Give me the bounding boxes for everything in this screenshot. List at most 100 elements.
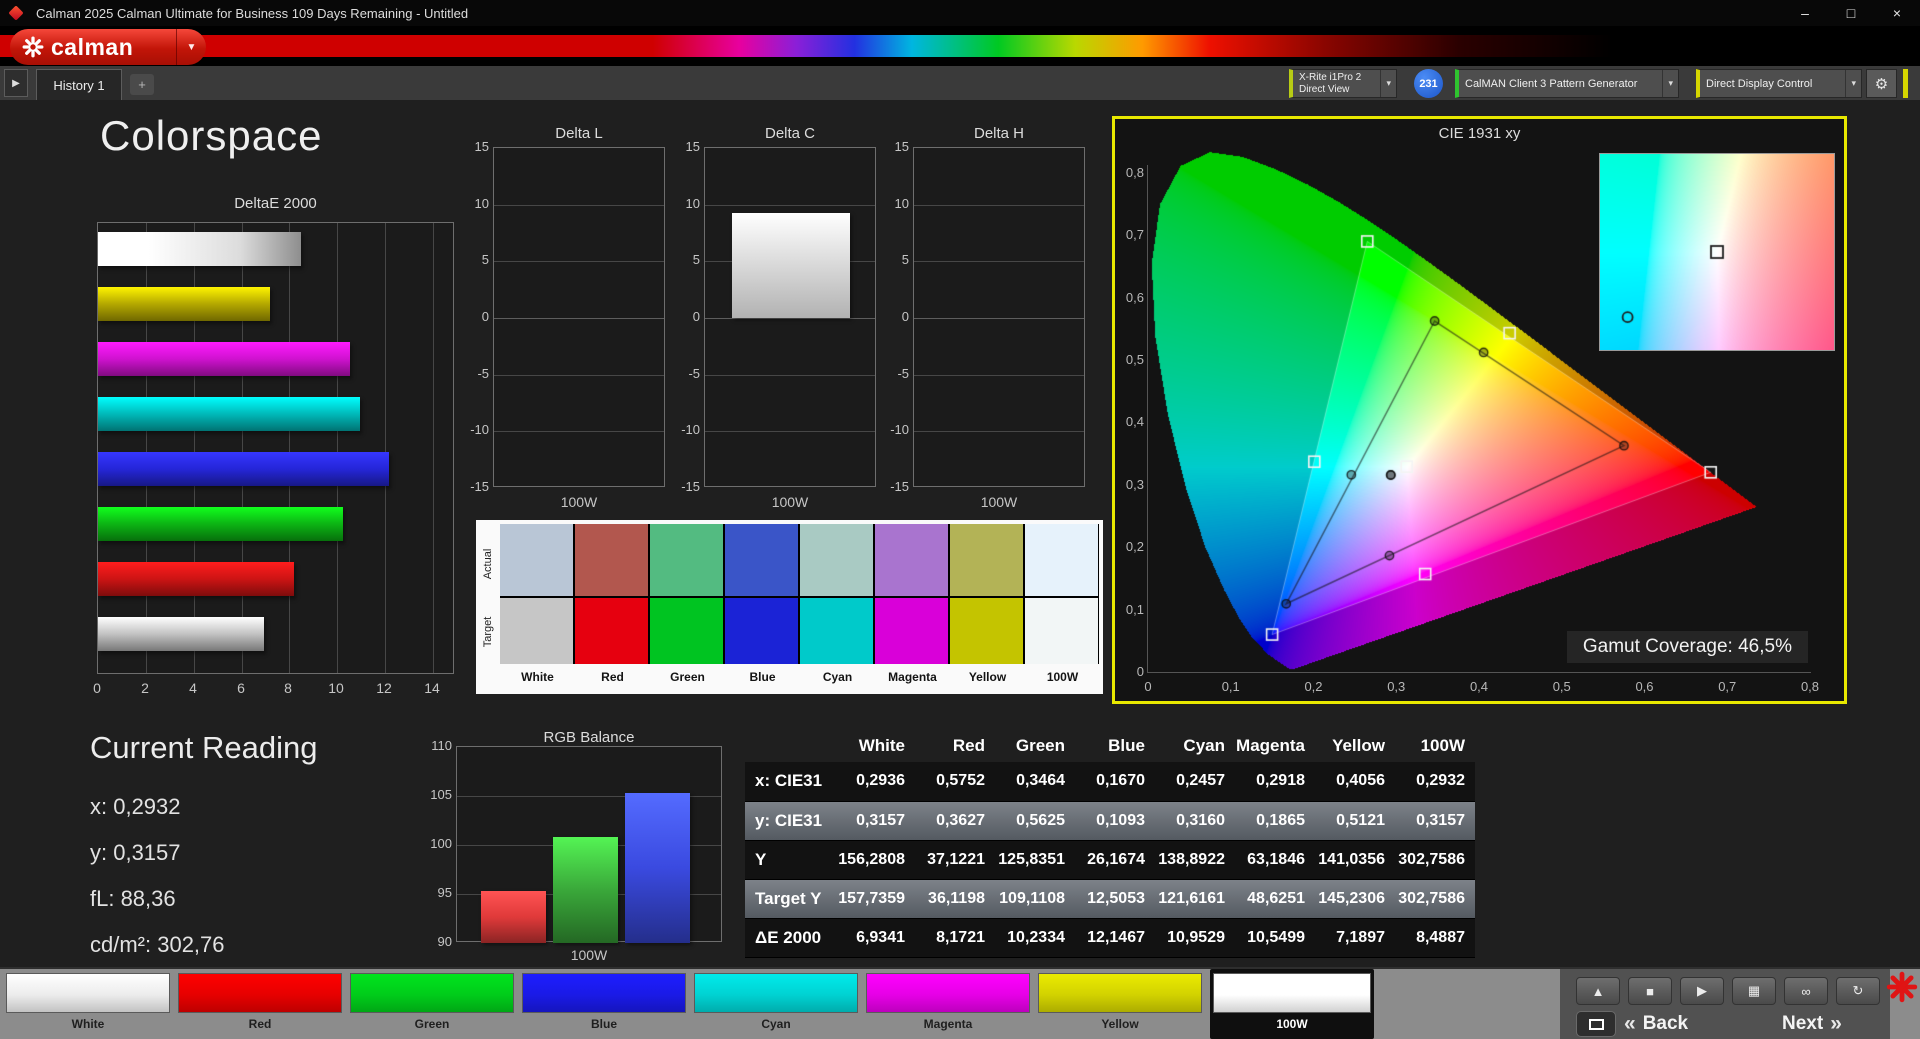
reading-fl: fL: 88,36 bbox=[90, 886, 176, 911]
y-tick-label: 15 bbox=[685, 139, 700, 154]
y-tick-label: -15 bbox=[681, 479, 700, 494]
play-button[interactable]: ▶ bbox=[1680, 977, 1724, 1005]
continuous-button[interactable]: ∞ bbox=[1784, 977, 1828, 1005]
table-row: ΔE 2000 6,9341 8,1721 10,2334 12,1467 10,9529… bbox=[745, 918, 1475, 958]
delta-bar bbox=[732, 212, 850, 318]
table-cell: 157,7359 bbox=[835, 879, 915, 919]
rainbow-strip bbox=[0, 35, 1920, 57]
back-label: Back bbox=[1642, 1013, 1689, 1034]
close-button[interactable]: × bbox=[1874, 0, 1920, 26]
y-tick-label: -15 bbox=[890, 479, 909, 494]
reading-cdm2: cd/m²: 302,76 bbox=[90, 932, 225, 957]
y-tick-label: 0 bbox=[1136, 664, 1144, 679]
settings-gear-button[interactable]: ⚙ bbox=[1866, 69, 1897, 98]
table-cell: 0,2918 bbox=[1235, 762, 1315, 802]
swatch-column-label: 100W bbox=[1046, 670, 1079, 684]
next-button[interactable]: Next » bbox=[1782, 1011, 1842, 1037]
chart-title: Delta H bbox=[973, 125, 1025, 142]
pattern-swatch bbox=[522, 973, 686, 1013]
column-header: 100W bbox=[1420, 735, 1465, 755]
plot-area bbox=[493, 147, 665, 487]
pattern-label: Blue bbox=[590, 1017, 617, 1031]
back-button[interactable]: « Back bbox=[1624, 1011, 1688, 1037]
pattern-button-white[interactable]: White bbox=[6, 973, 170, 1037]
pattern-source-dropdown[interactable]: CalMAN Client 3 Pattern Generator ▾ bbox=[1455, 69, 1679, 98]
add-tab-button[interactable]: + bbox=[130, 74, 154, 95]
swatch-column-label: Blue bbox=[749, 670, 776, 684]
gridline bbox=[914, 205, 1084, 206]
gamut-coverage-label: Gamut Coverage: 46,5% bbox=[1566, 631, 1808, 663]
table-cell: 156,2808 bbox=[835, 840, 915, 880]
table-cell: 12,5053 bbox=[1075, 879, 1155, 919]
swatch-actual-white bbox=[500, 524, 573, 596]
meter-dropdown[interactable]: X-Rite i1Pro 2 Direct View ▾ bbox=[1289, 69, 1397, 98]
swatch-column-label: Cyan bbox=[822, 670, 853, 684]
column-header: Red bbox=[952, 735, 985, 755]
x-axis-line bbox=[1147, 672, 1811, 673]
swatch-actual-green bbox=[650, 524, 723, 596]
x-axis-label: 100W bbox=[560, 494, 598, 510]
calman-logo-menu[interactable]: calman ▼ bbox=[10, 29, 206, 65]
logo-menu-arrow-icon[interactable]: ▼ bbox=[176, 29, 206, 65]
stop-button[interactable]: ■ bbox=[1628, 977, 1672, 1005]
reading-x: x: 0,2932 bbox=[90, 794, 181, 819]
gridline bbox=[705, 431, 875, 432]
table-cell: 7,1897 bbox=[1315, 918, 1395, 958]
minimize-button[interactable]: – bbox=[1782, 0, 1828, 26]
pattern-button-yellow[interactable]: Yellow bbox=[1038, 973, 1202, 1037]
pattern-label: 100W bbox=[1276, 1017, 1308, 1031]
pattern-button-magenta[interactable]: Magenta bbox=[866, 973, 1030, 1037]
display-control-dropdown[interactable]: Direct Display Control ▾ bbox=[1696, 69, 1862, 98]
pattern-button-green[interactable]: Green bbox=[350, 973, 514, 1037]
brand-row: calman ▼ bbox=[0, 26, 1920, 66]
swatch-target-cyan bbox=[800, 598, 873, 664]
chevron-down-icon: ▾ bbox=[1662, 70, 1678, 97]
table-cell: 0,2932 bbox=[1395, 762, 1475, 802]
table-cell: 10,2334 bbox=[995, 918, 1075, 958]
pattern-button-100w[interactable]: 100W bbox=[1210, 969, 1374, 1039]
section-title: Current Reading bbox=[90, 730, 318, 765]
y-tick-label: 95 bbox=[437, 885, 452, 900]
gridline bbox=[705, 375, 875, 376]
x-tick-label: 0,1 bbox=[1221, 679, 1240, 694]
swatch-target-magenta bbox=[875, 598, 948, 664]
table-row: Y 156,2808 37,1221 125,8351 26,1674 138,8922 6… bbox=[745, 840, 1475, 880]
rgb-bar-blue bbox=[625, 793, 690, 943]
next-label: Next bbox=[1782, 1013, 1824, 1034]
tab-history-1[interactable]: History 1 bbox=[36, 69, 122, 100]
y-tick-label: 0,3 bbox=[1125, 476, 1144, 492]
maximize-button[interactable]: □ bbox=[1828, 0, 1874, 26]
column-header: Green bbox=[1015, 735, 1065, 755]
tab-bar: ▶ History 1 + X-Rite i1Pro 2 Direct View… bbox=[0, 66, 1920, 100]
y-tick-label: 10 bbox=[474, 195, 489, 211]
column-header: White bbox=[858, 735, 905, 755]
column-header: Cyan bbox=[1183, 735, 1225, 755]
y-tick-label: 105 bbox=[430, 787, 452, 802]
column-header: Yellow bbox=[1332, 735, 1385, 755]
table-cell: 0,3160 bbox=[1155, 801, 1235, 841]
gridline bbox=[705, 318, 875, 319]
measurement-table: White Red Green Blue Cyan Magenta Yellow 100W x:… bbox=[745, 729, 1475, 958]
pattern-button-blue[interactable]: Blue bbox=[522, 973, 686, 1037]
tab-nav-button[interactable]: ▶ bbox=[4, 69, 28, 97]
swatch-column-label: White bbox=[521, 670, 554, 684]
refresh-button[interactable]: ↻ bbox=[1836, 977, 1880, 1005]
y-tick-label: 15 bbox=[474, 139, 489, 154]
current-reading: Current Reading x: 0,2932 y: 0,3157 fL: … bbox=[90, 730, 317, 978]
table-cell: 6,9341 bbox=[835, 918, 915, 958]
pattern-button-red[interactable]: Red bbox=[178, 973, 342, 1037]
gridline bbox=[914, 375, 1084, 376]
pattern-swatch bbox=[6, 973, 170, 1013]
y-tick-label: 0,4 bbox=[1125, 414, 1144, 430]
eject-button[interactable]: ▲ bbox=[1576, 977, 1620, 1005]
window-layout-button[interactable] bbox=[1576, 1011, 1616, 1037]
table-cell: 125,8351 bbox=[995, 840, 1075, 880]
reading-y: y: 0,3157 bbox=[90, 840, 181, 865]
swatch-actual-blue bbox=[725, 524, 798, 596]
row-label: y: CIE31 bbox=[745, 801, 835, 841]
window-title: Calman 2025 Calman Ultimate for Business… bbox=[36, 5, 469, 21]
table-cell: 109,1108 bbox=[995, 879, 1075, 919]
table-cell: 0,3157 bbox=[1395, 801, 1475, 841]
pattern-button-cyan[interactable]: Cyan bbox=[694, 973, 858, 1037]
save-button[interactable]: ▦ bbox=[1732, 977, 1776, 1005]
